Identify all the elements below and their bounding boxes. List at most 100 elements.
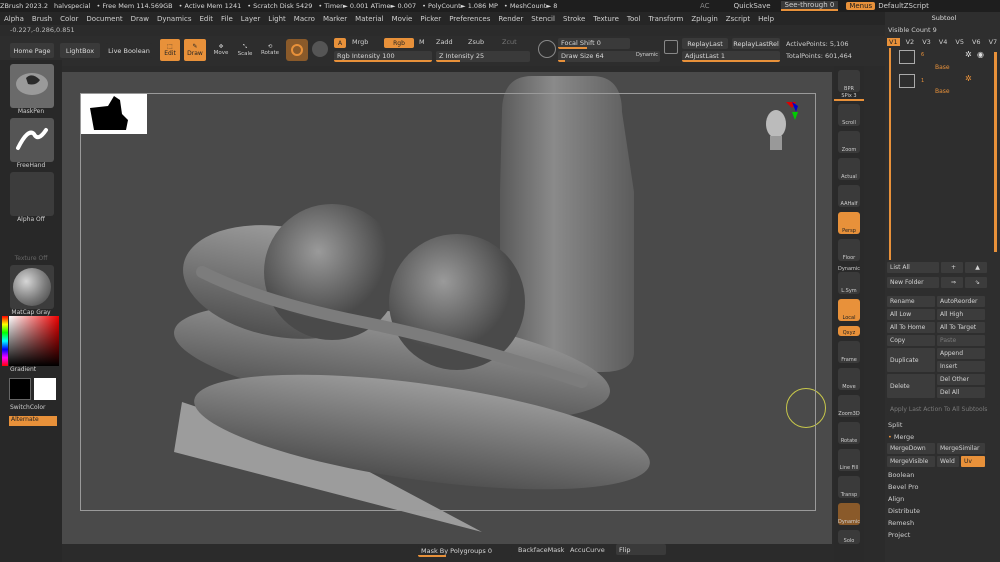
all-to-target-button[interactable]: All To Target	[937, 322, 985, 333]
sculptris-icon[interactable]	[312, 41, 328, 57]
paste-button[interactable]: Paste	[937, 335, 985, 346]
rename-button[interactable]: Rename	[887, 296, 935, 307]
brush-tile[interactable]	[10, 64, 54, 108]
focal-shift-slider[interactable]: Focal Shift 0	[558, 38, 630, 49]
aahalf-button[interactable]: AAHalf	[838, 185, 860, 207]
flip-button[interactable]: Flip	[616, 544, 666, 555]
subtool-title[interactable]: Subtool	[885, 12, 1000, 24]
scroll-button[interactable]: Scroll	[838, 104, 860, 126]
material-tile[interactable]	[10, 265, 54, 309]
menu-movie[interactable]: Movie	[392, 15, 413, 23]
mergevisible-button[interactable]: MergeVisible	[887, 456, 935, 467]
weld-button[interactable]: Weld	[937, 456, 959, 467]
merge-menu[interactable]: • Merge	[885, 431, 1000, 443]
menu-macro[interactable]: Macro	[294, 15, 315, 23]
apply-last-action-button[interactable]: Apply Last Action To All Subtools	[887, 404, 998, 415]
all-to-home-button[interactable]: All To Home	[887, 322, 935, 333]
arrow-up-icon[interactable]: ▲	[965, 262, 987, 273]
dynamic-toggle[interactable]: Dynamic	[636, 52, 658, 58]
quicksave-button[interactable]: QuickSave	[734, 2, 771, 10]
local-button[interactable]: Local	[838, 299, 860, 321]
version-tab-v5[interactable]: V5	[953, 38, 966, 46]
color-picker[interactable]	[9, 316, 59, 366]
solo-button[interactable]: Solo	[838, 530, 860, 544]
menu-edit[interactable]: Edit	[199, 15, 213, 23]
version-tab-v7[interactable]: V7	[987, 38, 1000, 46]
zsub-button[interactable]: Zsub	[468, 38, 484, 48]
version-tab-v3[interactable]: V3	[920, 38, 933, 46]
stroke-tile[interactable]	[10, 118, 54, 162]
gizmo-button[interactable]	[286, 39, 308, 61]
menu-file[interactable]: File	[221, 15, 233, 23]
menu-zplugin[interactable]: Zplugin	[691, 15, 717, 23]
xyz-button[interactable]: Qxyz	[838, 326, 860, 336]
align-menu[interactable]: Align	[885, 493, 1000, 505]
menu-stencil[interactable]: Stencil	[531, 15, 555, 23]
persp-button[interactable]: Persp	[838, 212, 860, 234]
move-view-button[interactable]: Move	[838, 368, 860, 390]
linefill-button[interactable]: Line Fill	[838, 449, 860, 471]
hue-strip[interactable]	[2, 316, 8, 366]
menu-draw[interactable]: Draw	[131, 15, 149, 23]
move-button[interactable]: ✥ Move	[210, 39, 232, 61]
lightbox-button[interactable]: LightBox	[60, 43, 100, 58]
home-page-button[interactable]: Home Page	[10, 43, 54, 58]
zcut-button[interactable]: Zcut	[502, 38, 517, 48]
mergesimilar-button[interactable]: MergeSimilar	[937, 443, 985, 454]
menu-material[interactable]: Material	[355, 15, 383, 23]
menu-marker[interactable]: Marker	[323, 15, 347, 23]
split-menu[interactable]: Split	[885, 419, 1000, 431]
lsym-button[interactable]: L.Sym	[838, 272, 860, 294]
mergedown-button[interactable]: MergeDown	[887, 443, 935, 454]
new-folder-button[interactable]: New Folder	[887, 277, 939, 288]
rgb-button[interactable]: Rgb	[384, 38, 414, 48]
append-button[interactable]: Append	[937, 348, 985, 359]
menu-stroke[interactable]: Stroke	[563, 15, 585, 23]
rotate-button[interactable]: ⟲ Rotate	[258, 39, 282, 61]
live-boolean-button[interactable]: Live Boolean	[106, 43, 152, 58]
scale-button[interactable]: ⤡ Scale	[234, 39, 256, 61]
bpr-button[interactable]: BPR	[838, 70, 860, 92]
replay-last-button[interactable]: ReplayLast	[682, 38, 728, 49]
menu-zscript[interactable]: Zscript	[726, 15, 750, 23]
zoom3d-button[interactable]: Zoom3D	[838, 395, 860, 417]
see-through-slider[interactable]: See-through 0	[780, 1, 839, 11]
edit-button[interactable]: ⬚ Edit	[160, 39, 180, 61]
menu-light[interactable]: Light	[268, 15, 285, 23]
menu-document[interactable]: Document	[86, 15, 122, 23]
all-high-button[interactable]: All High	[937, 309, 985, 320]
draw-button[interactable]: ✎ Draw	[184, 39, 206, 61]
remesh-menu[interactable]: Remesh	[885, 517, 1000, 529]
menu-transform[interactable]: Transform	[649, 15, 684, 23]
boolean-menu[interactable]: Boolean	[885, 469, 1000, 481]
spix-slider[interactable]: SPix 3	[834, 93, 864, 101]
menu-help[interactable]: Help	[758, 15, 774, 23]
m-button[interactable]: M	[419, 38, 425, 48]
bevel-pro-menu[interactable]: Bevel Pro	[885, 481, 1000, 493]
rgb-intensity-slider[interactable]: Rgb Intensity 100	[334, 51, 432, 62]
gradient-label[interactable]: Gradient	[10, 366, 36, 373]
mrgb-button[interactable]: Mrgb	[352, 38, 368, 48]
menu-preferences[interactable]: Preferences	[449, 15, 490, 23]
version-tab-v6[interactable]: V6	[970, 38, 983, 46]
version-tab-v4[interactable]: V4	[937, 38, 950, 46]
alternate-button[interactable]: Alternate	[9, 416, 57, 426]
menu-alpha[interactable]: Alpha	[4, 15, 24, 23]
autoreorder-button[interactable]: AutoReorder	[937, 296, 985, 307]
z-intensity-slider[interactable]: Z Intensity 25	[436, 51, 530, 62]
distribute-menu[interactable]: Distribute	[885, 505, 1000, 517]
eye-icon[interactable]: ◉	[977, 50, 984, 59]
subtool-scrollbar[interactable]	[994, 52, 997, 252]
project-menu[interactable]: Project	[885, 529, 1000, 541]
transp-button[interactable]: Transp	[838, 476, 860, 498]
rotate-view-button[interactable]: Rotate	[838, 422, 860, 444]
accucurve-button[interactable]: AccuCurve	[570, 546, 605, 554]
dots-icon[interactable]	[664, 40, 678, 54]
alpha-tile[interactable]	[10, 172, 54, 216]
subtool-item-thumbnail[interactable]	[899, 50, 915, 64]
backface-mask-button[interactable]: BackfaceMask	[518, 546, 564, 554]
mask-by-polygroups-slider[interactable]: Mask By Polygroups 0	[418, 546, 512, 557]
stroke-preview-icon[interactable]	[538, 40, 556, 58]
insert-button[interactable]: Insert	[937, 361, 985, 372]
folder-icon[interactable]	[899, 74, 915, 88]
